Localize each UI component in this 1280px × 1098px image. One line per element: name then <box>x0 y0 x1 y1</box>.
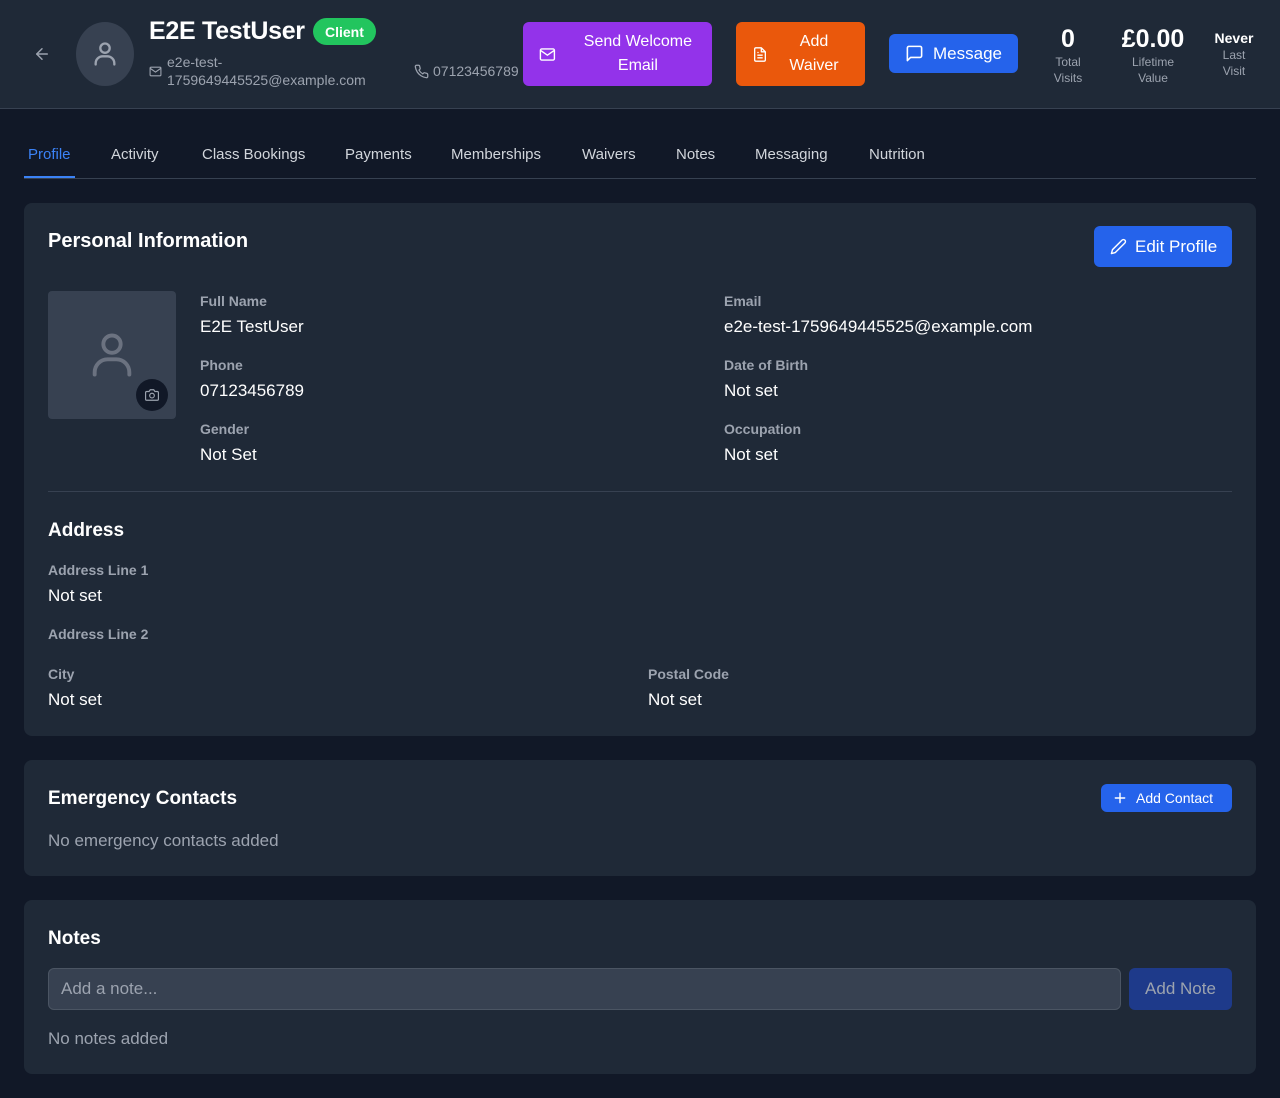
camera-icon <box>145 389 159 401</box>
add-contact-label: Add Contact <box>1136 790 1214 806</box>
send-welcome-email-label: Send Welcome Email <box>564 30 712 78</box>
lifetime-label-line2: Value <box>1138 71 1168 85</box>
message-button[interactable]: Message <box>889 34 1018 73</box>
edit-profile-label: Edit Profile <box>1135 236 1218 256</box>
waiver-label-line1: Add <box>799 33 829 50</box>
total-visits-label-line1: Total <box>1055 55 1081 69</box>
postal-code-label: Postal Code <box>648 666 729 682</box>
lifetime-value: £0.00 <box>1121 25 1185 53</box>
occupation-value: Not set <box>724 445 778 464</box>
message-label: Message <box>933 43 1002 63</box>
client-header: E2E TestUser Client e2e-test- 1759649445… <box>0 0 1280 109</box>
add-waiver-button[interactable]: Add Waiver <box>736 22 865 86</box>
no-notes-text: No notes added <box>48 1029 169 1048</box>
tab-profile[interactable]: Profile <box>28 146 71 163</box>
tab-messaging[interactable]: Messaging <box>755 146 828 163</box>
header-phone: 07123456789 <box>433 63 519 79</box>
add-note-label: Add Note <box>1145 979 1216 998</box>
dob-label: Date of Birth <box>724 357 808 373</box>
notes-card: Notes Add Note No notes added <box>24 900 1256 1074</box>
address-line1-value: Not set <box>48 586 102 605</box>
emergency-contacts-title: Emergency Contacts <box>48 788 238 809</box>
email-value: e2e-test-1759649445525@example.com <box>724 317 1033 336</box>
tab-class-bookings[interactable]: Class Bookings <box>202 146 305 163</box>
full-name-value: E2E TestUser <box>200 317 304 336</box>
emergency-contacts-card: Emergency Contacts Add Contact No emerge… <box>24 760 1256 876</box>
tab-memberships[interactable]: Memberships <box>451 146 541 163</box>
document-icon <box>754 46 766 62</box>
header-email-line1: e2e-test- <box>167 54 223 70</box>
lifetime-label-line1: Lifetime <box>1131 55 1175 69</box>
section-divider <box>48 491 1232 492</box>
city-value: Not set <box>48 690 102 709</box>
profile-tabs: Profile Activity Class Bookings Payments… <box>24 136 1256 179</box>
waiver-label-line2: Waiver <box>789 57 839 74</box>
phone-label: Phone <box>200 357 243 373</box>
send-welcome-email-button[interactable]: Send Welcome Email <box>523 22 712 86</box>
add-contact-button[interactable]: Add Contact <box>1101 784 1232 812</box>
add-note-button[interactable]: Add Note <box>1129 968 1232 1010</box>
personal-information-card: Personal Information Edit Profile Full N… <box>24 203 1256 736</box>
welcome-label-line2: Email <box>617 57 658 74</box>
gender-label: Gender <box>200 421 250 437</box>
stat-total-visits: 0 Total Visits <box>1040 24 1096 86</box>
mail-icon <box>149 66 162 77</box>
address-title: Address <box>48 520 125 541</box>
total-visits-value: 0 <box>1061 25 1075 53</box>
client-name: E2E TestUser <box>149 17 305 45</box>
active-tab-indicator <box>24 176 75 178</box>
change-photo-button[interactable] <box>136 379 168 411</box>
address-line2-label: Address Line 2 <box>48 626 149 642</box>
dob-value: Not set <box>724 381 778 400</box>
tab-waivers[interactable]: Waivers <box>582 146 636 163</box>
stat-last-visit: Never Last Visit <box>1208 29 1260 79</box>
status-badge: Client <box>313 18 376 45</box>
notes-title: Notes <box>48 928 101 949</box>
note-input[interactable] <box>48 968 1121 1010</box>
last-visit-label-line2: Visit <box>1222 64 1246 78</box>
address-line1-label: Address Line 1 <box>48 562 149 578</box>
avatar <box>76 22 134 86</box>
welcome-label-line1: Send Welcome <box>583 33 692 50</box>
edit-profile-button[interactable]: Edit Profile <box>1094 226 1232 267</box>
profile-photo <box>48 291 176 419</box>
last-visit-label-line1: Last <box>1222 48 1246 62</box>
personal-information-title: Personal Information <box>48 230 249 252</box>
tab-activity[interactable]: Activity <box>111 146 159 163</box>
phone-icon <box>414 64 429 79</box>
chat-icon <box>906 45 923 62</box>
city-label: City <box>48 666 75 682</box>
total-visits-label-line2: Visits <box>1053 71 1083 85</box>
last-visit-value: Never <box>1214 30 1254 46</box>
add-waiver-label: Add Waiver <box>774 30 854 78</box>
plus-icon <box>1114 792 1126 804</box>
email-label: Email <box>724 293 762 309</box>
full-name-label: Full Name <box>200 293 267 309</box>
user-icon <box>94 42 116 66</box>
back-button[interactable] <box>30 42 54 66</box>
occupation-label: Occupation <box>724 421 802 437</box>
tab-notes[interactable]: Notes <box>676 146 715 163</box>
no-emergency-contacts-text: No emergency contacts added <box>48 831 279 850</box>
back-arrow-icon <box>36 48 48 60</box>
tab-nutrition[interactable]: Nutrition <box>869 146 925 163</box>
phone-value: 07123456789 <box>200 381 305 400</box>
postal-code-value: Not set <box>648 690 702 709</box>
user-icon <box>92 333 132 377</box>
tab-payments[interactable]: Payments <box>345 146 412 163</box>
stat-lifetime-value: £0.00 Lifetime Value <box>1110 24 1196 86</box>
header-email: e2e-test- 1759649445525@example.com <box>167 53 397 89</box>
header-email-line2: 1759649445525@example.com <box>167 72 366 88</box>
pencil-icon <box>1110 238 1127 255</box>
gender-value: Not Set <box>200 445 257 464</box>
mail-icon <box>539 47 556 61</box>
